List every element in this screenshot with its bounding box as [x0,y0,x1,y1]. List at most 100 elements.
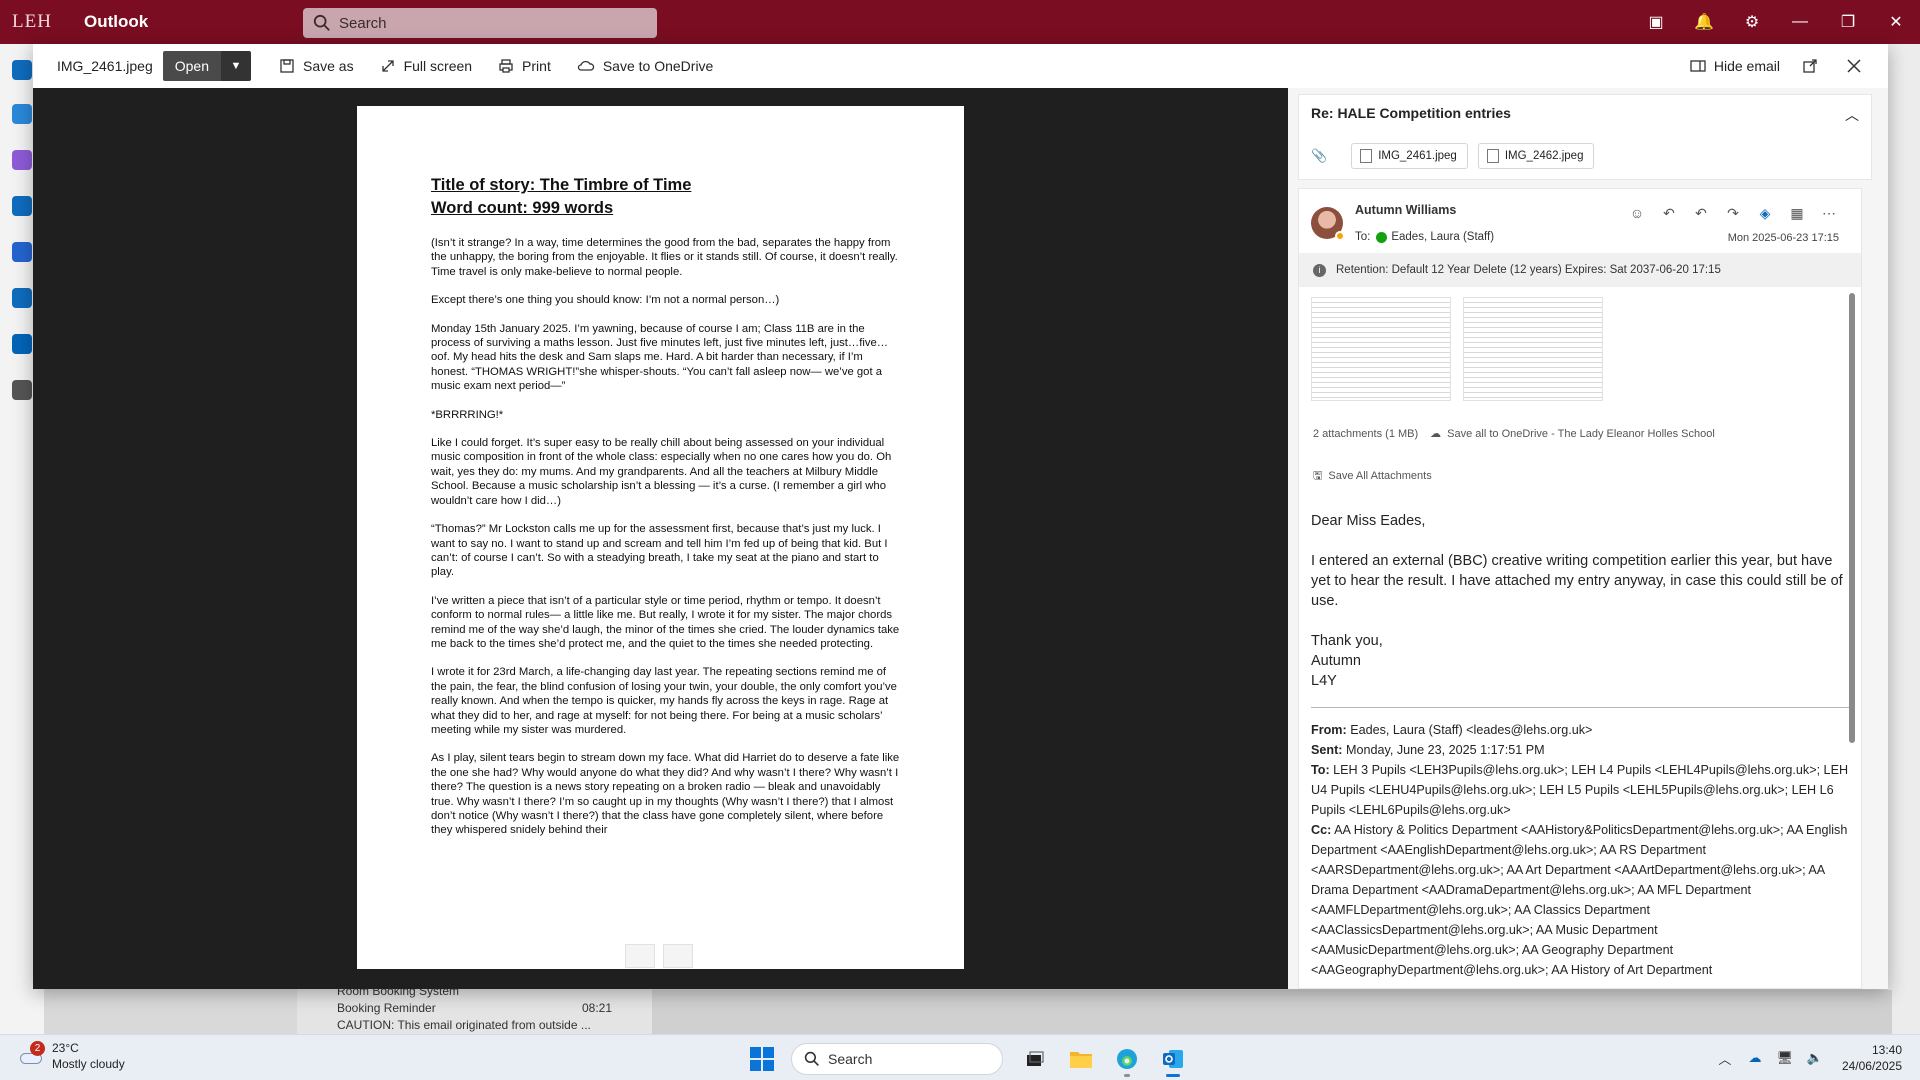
todo-icon[interactable] [12,242,32,262]
to-header-value: LEH 3 Pupils <LEH3Pupils@lehs.org.uk>; L… [1311,763,1849,817]
network-icon[interactable]: 🖥 [1770,1050,1800,1066]
background-reading-pane [1888,44,1920,1034]
recipient-name[interactable]: Eades, Laura (Staff) [1391,231,1494,243]
file-explorer-icon[interactable] [1059,1041,1103,1077]
minimize-icon[interactable]: — [1776,0,1824,44]
image-thumbnail[interactable] [663,944,693,968]
list-item-preview: CAUTION: This email originated from outs… [337,1018,591,1032]
onedrive-icon[interactable] [12,334,32,354]
window-close-icon[interactable]: ✕ [1872,0,1920,44]
save-all-attachments-link[interactable]: 🖫 Save All Attachments [1313,467,1432,486]
outlook-app-icon[interactable] [1151,1041,1195,1077]
outlook-search-box[interactable]: Search [303,8,657,38]
sender-name[interactable]: Autumn Williams [1355,203,1456,217]
image-stage: Title of story: The Timbre of Time Word … [33,88,1288,989]
email-pane: Re: HALE Competition entries ︿ 📎 IMG_246… [1288,88,1888,989]
cc-label: Cc: [1311,823,1332,837]
viewer-toolbar-right: Hide email [1682,44,1888,88]
apps-icon[interactable] [12,380,32,400]
school-logo[interactable]: LEH [0,11,64,33]
scrollbar[interactable] [1849,293,1855,743]
expand-icon [381,60,394,72]
reply-all-icon[interactable]: ↶ [1685,201,1717,225]
info-icon: i [1313,263,1326,277]
forward-icon[interactable]: ↷ [1717,201,1749,225]
onedrive-tray-icon[interactable]: ☁ [1740,1050,1770,1066]
full-screen-label: Full screen [403,58,473,74]
search-icon [313,14,330,31]
save-all-onedrive-link[interactable]: Save all to OneDrive - The Lady Eleanor … [1447,428,1715,440]
from-label: From: [1311,723,1347,737]
gear-icon[interactable]: ⚙ [1728,0,1776,44]
print-button[interactable]: Print [490,51,559,81]
image-thumbnail[interactable] [625,944,655,968]
open-button[interactable]: Open [162,51,221,81]
bell-icon[interactable]: 🔔 [1680,0,1728,44]
full-screen-button[interactable]: Full screen [372,51,480,81]
email-subject: Re: HALE Competition entries [1311,105,1511,121]
clock-date: 24/06/2025 [1841,1059,1902,1073]
system-tray: ︿ ☁ 🖥 🔈 13:40 24/06/2025 [1710,1035,1920,1080]
attachment-chip[interactable]: IMG_2462.jpeg [1477,143,1595,169]
volume-icon[interactable]: 🔈 [1800,1050,1830,1066]
chevron-up-icon[interactable]: ︿ [1845,105,1859,125]
close-icon[interactable] [1832,44,1876,88]
to-label: To: [1355,231,1371,243]
outlook-header: LEH Outlook Search ▣ 🔔 ⚙ — ❐ ✕ [0,0,1920,44]
clock-time: 13:40 [1871,1043,1902,1057]
save-to-onedrive-button[interactable]: Save to OneDrive [569,51,722,81]
reply-icon[interactable]: ↶ [1653,201,1685,225]
task-view-icon[interactable] [1013,1041,1057,1077]
subject-card: Re: HALE Competition entries ︿ 📎 IMG_246… [1298,94,1872,180]
attachment-previews [1311,297,1603,401]
edge-browser-icon[interactable] [1105,1041,1149,1077]
loop-icon[interactable]: ◈ [1749,201,1781,225]
recipient-line: To: Eades, Laura (Staff) [1355,231,1494,243]
sent-value: Monday, June 23, 2025 1:17:51 PM [1345,743,1545,757]
temperature: 23°C [52,1041,79,1055]
save-as-button[interactable]: Save as [271,51,362,81]
attachment-preview[interactable] [1463,297,1603,401]
weather-widget[interactable]: 2 23°C Mostly cloudy [18,1040,125,1072]
viewer-toolbar: IMG_2461.jpeg Open ▼ Save as Full screen… [33,44,1888,88]
windows-start-icon[interactable] [745,1042,779,1076]
cc-value: AA History & Politics Department <AAHist… [1311,823,1848,977]
body-paragraph: I entered an external (BBC) creative wri… [1311,553,1843,609]
story-paragraph: As I play, silent tears begin to stream … [431,752,900,837]
copilot-icon[interactable] [12,150,32,170]
restore-icon[interactable]: ❐ [1824,0,1872,44]
clock[interactable]: 13:40 24/06/2025 [1842,1042,1902,1074]
attachment-summary: 2 attachments (1 MB) ☁ Save all to OneDr… [1313,427,1715,441]
calendar-icon[interactable] [12,104,32,124]
more-options-icon[interactable]: ⋯ [1813,201,1845,225]
message-card: Autumn Williams To: Eades, Laura (Staff)… [1298,188,1862,989]
taskbar-search-label: Search [828,1051,873,1067]
save-all-attachments-label: Save All Attachments [1328,470,1432,482]
signoff: Thank you, [1311,633,1383,649]
org-icon[interactable] [12,288,32,308]
save-icon [280,59,294,73]
open-options-chevron-icon[interactable]: ▼ [220,51,251,81]
attachment-preview[interactable] [1311,297,1451,401]
attachment-viewer: IMG_2461.jpeg Open ▼ Save as Full screen… [33,44,1888,989]
notes-icon[interactable]: ▣ [1632,0,1680,44]
chevron-up-icon[interactable]: ︿ [1710,1049,1740,1068]
signoff-name: Autumn [1311,653,1361,669]
story-paragraph: (Isn’t it strange? In a way, time determ… [431,237,898,278]
running-indicator [1124,1074,1130,1077]
taskbar-search[interactable]: Search [791,1043,1003,1075]
mail-icon[interactable] [12,60,32,80]
story-document: Title of story: The Timbre of Time Word … [431,174,901,852]
viewer-file-name: IMG_2461.jpeg [57,58,153,74]
people-icon[interactable] [12,196,32,216]
story-paragraph: I wrote it for 23rd March, a life-changi… [431,666,897,736]
app-name[interactable]: Outlook [84,12,148,32]
attachment-chip[interactable]: IMG_2461.jpeg [1351,143,1468,169]
hide-email-button[interactable]: Hide email [1682,51,1788,81]
grid-view-icon[interactable]: ▦ [1781,201,1813,225]
message-actions: ☺ ↶ ↶ ↷ ◈ ▦ ⋯ [1621,201,1845,225]
active-app-indicator [1166,1074,1180,1077]
emoji-react-icon[interactable]: ☺ [1621,201,1653,225]
quote-divider [1311,707,1851,708]
pop-out-icon[interactable] [1788,44,1832,88]
